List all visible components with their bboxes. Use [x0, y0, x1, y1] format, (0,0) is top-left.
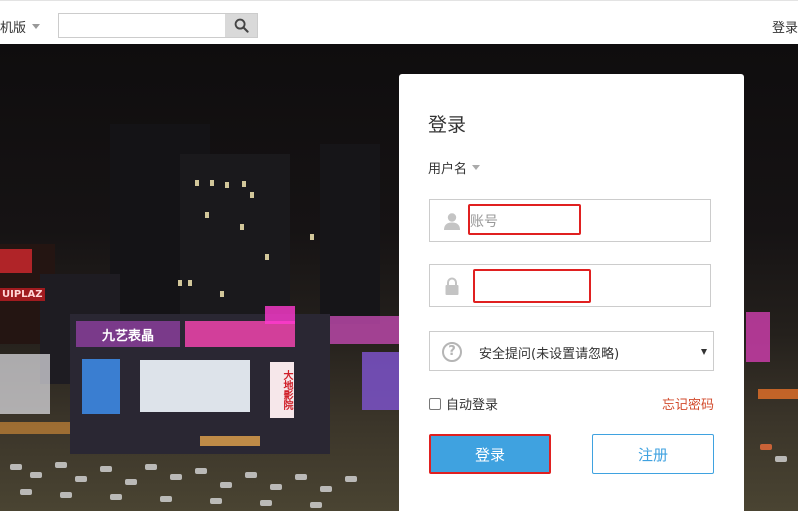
security-question-label: 安全提问(未设置请忽略) — [479, 347, 620, 362]
sign-uiplaz: UIPLAZ — [0, 288, 45, 301]
username-highlight — [468, 204, 581, 235]
sign-dadi: 大地影院 — [270, 362, 294, 418]
chevron-down-icon — [32, 24, 41, 29]
mobile-version-label: 机版 — [0, 21, 27, 36]
login-submit-label: 登录 — [474, 445, 505, 464]
login-type-dropdown[interactable]: 用户名 — [428, 158, 481, 177]
chevron-down-icon — [472, 165, 481, 170]
sign-jiuyi: 九艺表晶 — [76, 321, 180, 347]
lock-icon — [445, 277, 459, 295]
login-panel: 登录 用户名 ? 安全提问(未设置请忽略) 自动登录 忘记密码 登录 注册 — [399, 74, 744, 524]
register-button[interactable]: 注册 — [592, 434, 714, 474]
security-question-select[interactable]: ? 安全提问(未设置请忽略) — [429, 331, 714, 371]
login-title: 登录 — [428, 114, 467, 136]
auto-login-label: 自动登录 — [446, 398, 499, 413]
register-label: 注册 — [637, 445, 668, 464]
auto-login-checkbox[interactable]: 自动登录 — [429, 394, 498, 413]
login-submit-button[interactable]: 登录 — [429, 434, 551, 474]
search-button[interactable] — [225, 14, 257, 37]
user-icon — [444, 213, 460, 230]
login-type-label: 用户名 — [428, 162, 468, 177]
search-box — [58, 13, 258, 38]
top-bar: 机版 登录 — [0, 0, 798, 44]
checkbox-icon[interactable] — [429, 397, 441, 410]
question-icon: ? — [442, 342, 462, 362]
dropdown-arrow-icon — [701, 349, 707, 355]
forgot-password-link[interactable]: 忘记密码 — [662, 394, 714, 413]
mobile-version-menu[interactable]: 机版 — [0, 17, 41, 36]
top-login-link[interactable]: 登录 — [772, 17, 798, 36]
search-icon — [234, 18, 249, 33]
password-highlight — [473, 269, 591, 303]
search-input[interactable] — [59, 14, 225, 37]
